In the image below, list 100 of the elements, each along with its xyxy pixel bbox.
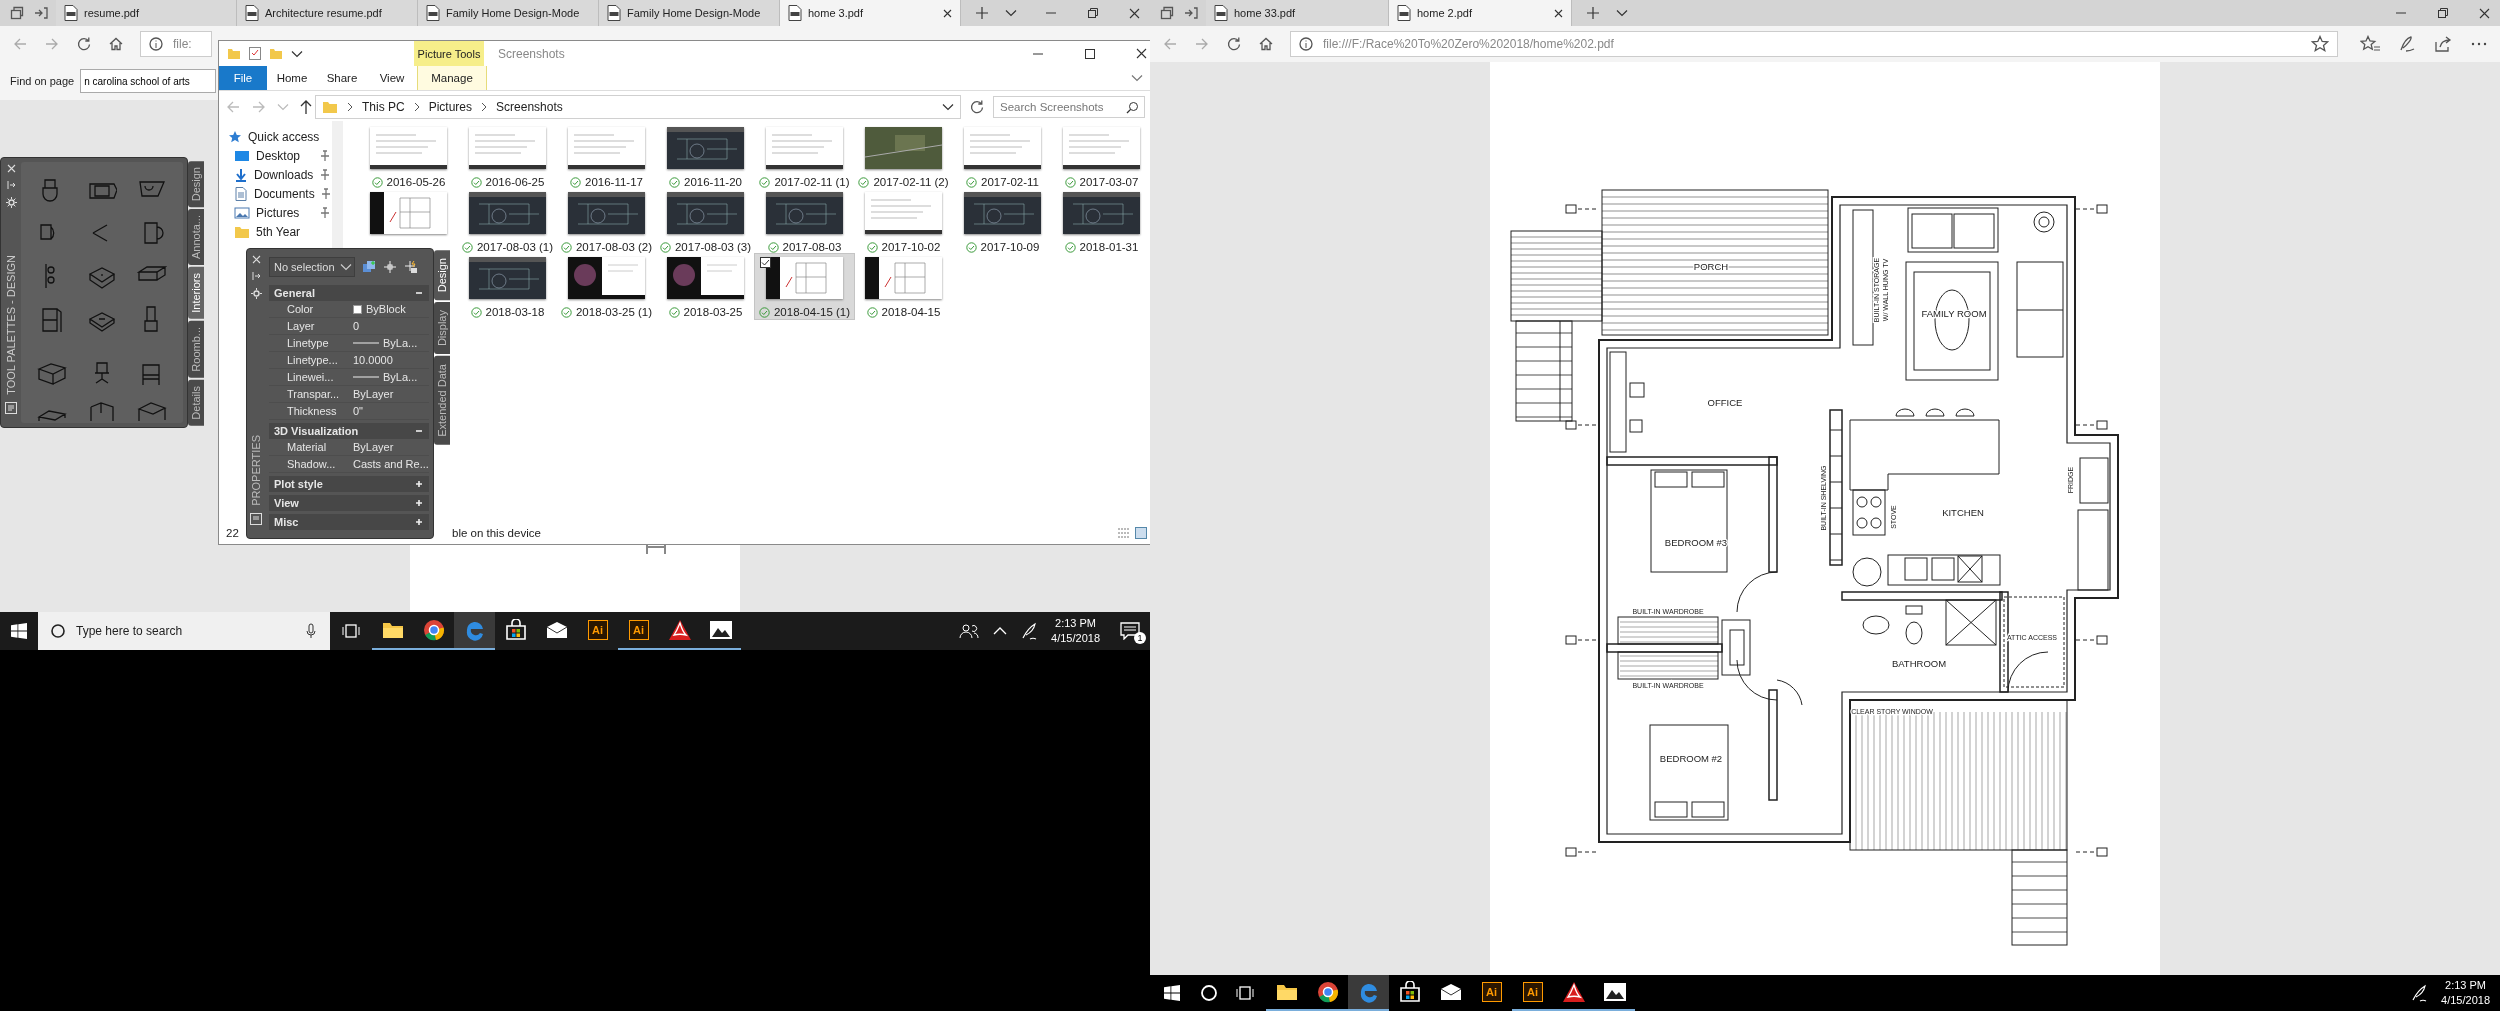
up-icon[interactable] [299, 99, 313, 115]
pick-point-icon[interactable] [383, 260, 397, 274]
browser-tab[interactable]: resume.pdf [56, 0, 237, 26]
expand-ribbon-icon[interactable] [1131, 74, 1143, 82]
refresh-icon[interactable] [969, 99, 985, 115]
browser-tab[interactable]: home 2.pdf [1389, 0, 1572, 26]
property-value[interactable]: 0" [353, 405, 364, 417]
refresh-icon[interactable] [1226, 36, 1242, 52]
close-window-icon[interactable] [1129, 7, 1140, 19]
file-item[interactable]: 2018-03-25 [656, 254, 755, 319]
ribbon-tab[interactable]: Share [317, 66, 367, 90]
properties-icon[interactable] [249, 47, 261, 60]
section-header[interactable]: View [269, 495, 429, 511]
microphone-icon[interactable] [306, 623, 316, 639]
nav-item[interactable]: Downloads [219, 165, 333, 184]
settings-icon[interactable] [5, 197, 17, 208]
nav-item[interactable]: 5th Year [219, 222, 333, 241]
taskbar-button[interactable]: Ai [1471, 975, 1512, 1011]
close-tab-icon[interactable] [943, 8, 952, 18]
palette-tab[interactable]: Interiors [188, 267, 204, 320]
ribbon-tab[interactable]: View [367, 66, 417, 90]
property-value[interactable]: ByLayer [353, 388, 394, 400]
tab-list-icon[interactable] [1616, 9, 1628, 17]
settings-icon[interactable] [250, 288, 262, 299]
set-aside-icon[interactable] [1184, 6, 1198, 20]
taskbar-button[interactable]: Ai [618, 612, 659, 650]
breadcrumb-item[interactable]: Pictures [428, 100, 473, 114]
file-item[interactable]: 2017-08-03 (2) [557, 189, 656, 254]
palette-tab[interactable]: Design [188, 161, 204, 208]
star-icon[interactable] [2311, 35, 2329, 53]
palette-tab[interactable]: Design [434, 250, 450, 301]
dropdown-caret-icon[interactable] [340, 263, 352, 271]
tab-preview-icon[interactable] [1160, 6, 1174, 20]
show-hidden-icons-icon[interactable] [993, 626, 1008, 636]
clock[interactable]: 2:13 PM 4/15/2018 [1051, 616, 1100, 646]
thumbnails-view-icon[interactable] [1135, 527, 1147, 539]
taskbar-button[interactable]: Ai [577, 612, 618, 650]
auto-hide-icon[interactable] [251, 271, 261, 281]
home-icon[interactable] [108, 36, 124, 52]
start-icon[interactable] [1164, 985, 1180, 1001]
file-item[interactable]: 2017-08-03 [755, 189, 854, 254]
file-item[interactable]: 2018-04-15 (1) [755, 254, 854, 319]
property-value[interactable]: 0 [353, 320, 360, 332]
file-item[interactable]: 2017-02-11 (1) [755, 124, 854, 189]
collapse-icon[interactable] [415, 289, 423, 297]
tab-preview-icon[interactable] [10, 6, 24, 20]
checkbox-icon[interactable] [760, 257, 771, 268]
file-item[interactable]: 2017-08-03 (3) [656, 189, 755, 254]
file-item[interactable]: 2018-04-15 [854, 254, 953, 319]
file-item[interactable]: 2018-03-25 (1) [557, 254, 656, 319]
breadcrumb-item[interactable]: Screenshots [496, 100, 563, 114]
palette-menu-icon[interactable] [5, 402, 17, 414]
refresh-icon[interactable] [76, 36, 92, 52]
search-field[interactable]: Search Screenshots [993, 96, 1145, 118]
property-value[interactable]: ByLayer [353, 441, 394, 453]
furniture-icon[interactable] [87, 399, 117, 423]
share-icon[interactable] [2434, 35, 2452, 53]
palette-tab[interactable]: Details [188, 379, 204, 426]
history-dropdown-icon[interactable] [942, 103, 954, 111]
furniture-icon[interactable] [137, 399, 167, 423]
nav-item[interactable]: Documents [219, 184, 333, 203]
new-tab-icon[interactable] [1586, 6, 1600, 20]
quick-select-icon[interactable] [362, 260, 376, 274]
file-item[interactable]: 2017-10-09 [953, 189, 1052, 254]
breadcrumb-item[interactable]: This PC [362, 100, 405, 114]
close-window-icon[interactable] [1136, 48, 1147, 59]
restore-icon[interactable] [2437, 7, 2449, 19]
address-bar[interactable]: file:///F:/Race%20To%20Zero%202018/home%202.pdf [1290, 31, 2338, 57]
find-field[interactable]: n carolina school of arts [80, 69, 217, 93]
task-view-icon[interactable] [342, 623, 360, 639]
context-ribbon-tab[interactable]: Manage [417, 66, 487, 90]
property-value[interactable]: ByBlock [366, 303, 406, 315]
toggle-pickadd-icon[interactable] [404, 260, 418, 274]
start-icon[interactable] [11, 623, 27, 639]
palette-tab[interactable]: Display [434, 302, 450, 355]
address-bar[interactable]: This PC Pictures Screenshots [315, 95, 961, 119]
file-item[interactable]: 2017-10-02 [854, 189, 953, 254]
palette-tab[interactable]: Extended Data [434, 356, 450, 446]
search-field[interactable]: Type here to search [38, 612, 330, 650]
file-item[interactable]: 2017-02-11 [953, 124, 1052, 189]
maximize-icon[interactable] [1084, 47, 1096, 60]
pen-workspace-icon[interactable] [1021, 622, 1038, 640]
close-icon[interactable] [251, 255, 261, 264]
browser-tab[interactable]: Family Home Design-Mode [418, 0, 599, 26]
set-aside-icon[interactable] [34, 6, 48, 20]
favorites-icon[interactable] [2360, 35, 2380, 53]
file-item[interactable]: 2018-01-31 [1052, 189, 1150, 254]
file-item[interactable]: 2017-02-11 (2) [854, 124, 953, 189]
close-icon[interactable] [6, 164, 16, 173]
pen-icon[interactable] [2398, 35, 2416, 53]
file-item[interactable]: 2017-03-07 [1052, 124, 1150, 189]
browser-tab[interactable]: Family Home Design-Mode [599, 0, 780, 26]
customize-icon[interactable] [291, 49, 303, 58]
expand-icon[interactable] [415, 499, 423, 507]
restore-icon[interactable] [1087, 7, 1099, 19]
selection-dropdown[interactable]: No selection [269, 257, 355, 277]
tab-list-icon[interactable] [1005, 9, 1017, 17]
file-tab[interactable]: File [219, 66, 267, 90]
home-icon[interactable] [1258, 36, 1274, 52]
section-header[interactable]: Plot style [269, 476, 429, 492]
